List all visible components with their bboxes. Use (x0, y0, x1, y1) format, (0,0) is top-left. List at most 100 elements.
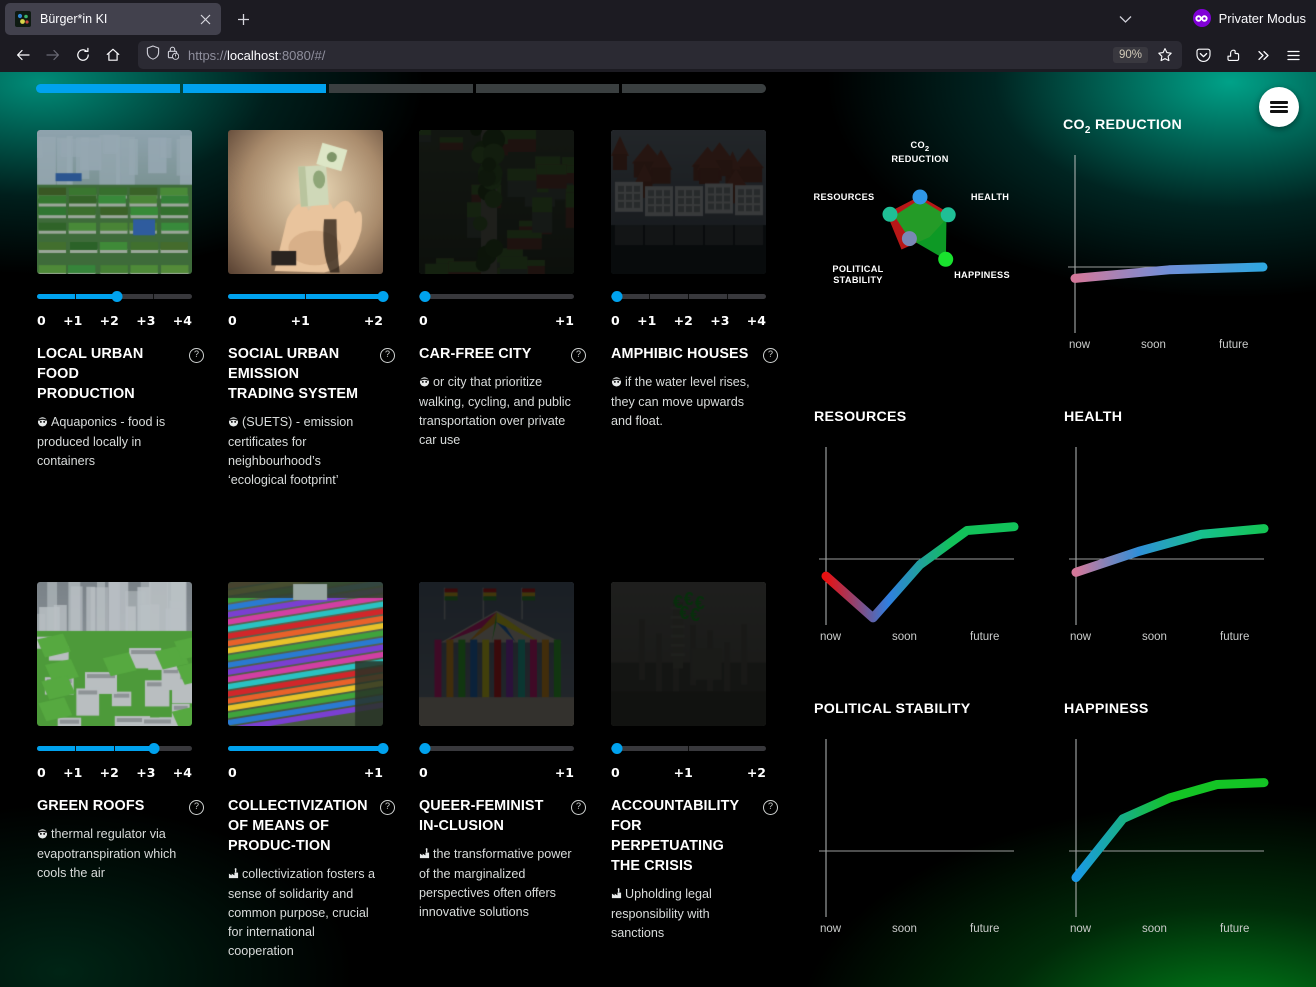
card-value-slider[interactable] (37, 743, 192, 754)
help-icon[interactable]: ? (380, 800, 395, 815)
slider-track[interactable] (611, 293, 766, 299)
card-value-slider[interactable] (419, 743, 574, 754)
url-host: localhost (227, 47, 279, 63)
card-value-slider[interactable] (228, 743, 388, 754)
card-title-row: LOCAL URBAN FOOD PRODUCTION? (37, 345, 204, 405)
card-value-slider[interactable] (611, 291, 766, 302)
image-dim-overlay (419, 130, 574, 274)
card-description-text: the transformative power of the marginal… (419, 846, 572, 920)
forward-arrow-icon[interactable] (38, 40, 68, 70)
slider-tick-label: +2 (99, 765, 119, 780)
chart-title-tail: REDUCTION (1090, 117, 1183, 133)
help-icon[interactable]: ? (571, 348, 586, 363)
chart-title-base: CO (1063, 117, 1085, 133)
card-image[interactable] (611, 582, 766, 726)
address-bar-actions (1152, 42, 1178, 68)
card-description: if the water level rises, they can move … (611, 373, 766, 431)
card-description-text: or city that prioritize walking, cycling… (419, 374, 571, 448)
help-icon[interactable]: ? (189, 800, 204, 815)
slider-knob[interactable] (377, 743, 388, 754)
measure-card[interactable]: 0 +1 +2 SOCIAL URBAN EMISSION TRADING SYSTE… (228, 130, 419, 490)
back-arrow-icon[interactable] (8, 40, 38, 70)
card-description: Upholding legal responsibility with sanc… (611, 885, 766, 943)
measure-card[interactable]: 0 +1 COLLECTIVIZATION OF MEANS OF PRODUC-T… (228, 582, 419, 961)
private-mode-label: Privater Modus (1218, 10, 1306, 26)
radar-point (912, 189, 928, 205)
tab-strip: Bürger*in KI Privater Modus (0, 0, 1316, 38)
radar-label-political-stability: POLITICAL STABILITY (832, 264, 884, 285)
card-title-row: GREEN ROOFS? (37, 797, 204, 817)
slider-knob[interactable] (111, 291, 123, 302)
card-image[interactable] (419, 130, 574, 274)
card-value-slider[interactable] (228, 291, 388, 302)
chevron-down-icon[interactable] (1114, 8, 1136, 30)
slider-knob[interactable] (148, 743, 160, 754)
card-value-slider[interactable] (611, 743, 766, 754)
measure-card[interactable]: 0 +1 +2 +3 +4 GREEN ROOFS? thermal regulator v… (37, 582, 228, 883)
slider-knob[interactable] (419, 291, 430, 302)
slider-tick-label: +2 (363, 313, 383, 328)
line-chart-plot (1064, 733, 1314, 923)
card-image[interactable] (611, 130, 766, 274)
fab-bar-2 (1270, 105, 1288, 109)
card-title: CAR-FREE CITY (419, 346, 532, 362)
card-value-slider[interactable] (37, 291, 192, 302)
help-icon[interactable]: ? (763, 800, 778, 815)
slider-fill (228, 293, 383, 299)
line-series (1071, 778, 1269, 883)
x-axis-label: future (1220, 631, 1250, 643)
star-icon[interactable] (1152, 42, 1178, 68)
radar-point (901, 231, 917, 247)
slider-track[interactable] (611, 745, 766, 751)
card-image[interactable] (37, 582, 192, 726)
lock-warning-icon[interactable] (166, 45, 180, 65)
card-value-slider[interactable] (419, 291, 574, 302)
line-chart-title: POLITICAL STABILITY (814, 701, 971, 717)
slider-tick-label: +1 (637, 313, 657, 328)
measure-card[interactable]: 0 +1 +2 +3 +4 LOCAL URBAN FOOD PRODUCTION? Aqu… (37, 130, 228, 471)
shield-icon[interactable] (146, 45, 160, 65)
card-image[interactable] (228, 582, 383, 726)
help-icon[interactable]: ? (571, 800, 586, 815)
slider-tick-label: 0 (419, 313, 428, 328)
slider-tick-labels: 0 +1 +2 +3 +4 (611, 313, 766, 328)
card-title: SOCIAL URBAN EMISSION TRADING SYSTEM (228, 346, 359, 402)
x-axis-label: now (1070, 631, 1092, 643)
card-image[interactable] (37, 130, 192, 274)
browser-tab[interactable]: Bürger*in KI (5, 3, 221, 35)
help-icon[interactable]: ? (189, 348, 204, 363)
radar-label-co2: CO2 REDUCTION (891, 140, 949, 164)
slider-knob[interactable] (377, 291, 388, 302)
slider-knob[interactable] (419, 743, 430, 754)
zoom-level-badge[interactable]: 90% (1112, 47, 1148, 63)
hamburger-menu-icon[interactable] (1278, 40, 1308, 70)
slider-track[interactable] (419, 293, 574, 299)
measure-card[interactable]: 0 +1 CAR-FREE CITY? or city that prioritize… (419, 130, 610, 450)
home-icon[interactable] (98, 40, 128, 70)
close-icon[interactable] (195, 9, 215, 29)
card-description: thermal regulator via evapotranspiration… (37, 825, 192, 883)
measure-card[interactable]: 0 +1 +2 +3 +4 AMPHIBIC HOUSES? if the water le… (611, 130, 802, 431)
line-chart-svg (819, 447, 1019, 625)
slider-track[interactable] (419, 745, 574, 751)
pocket-icon[interactable] (1188, 40, 1218, 70)
card-image[interactable] (228, 130, 383, 274)
new-tab-button[interactable] (231, 7, 255, 31)
slider-tick-label: 0 (611, 313, 620, 328)
help-icon[interactable]: ? (380, 348, 395, 363)
address-bar[interactable]: https://localhost:8080/#/ 90% (138, 41, 1182, 69)
reload-icon[interactable] (68, 40, 98, 70)
help-icon[interactable]: ? (763, 348, 778, 363)
progress-segment (182, 84, 327, 93)
measure-card[interactable]: 0 +1 QUEER-FEMINIST IN-CLUSION? the transfo… (419, 582, 610, 922)
measure-card[interactable]: 0 +1 +2 ACCOUNTABILITY FOR PERPETUATING THE… (611, 582, 802, 943)
slider-tick-label: 0 (419, 765, 428, 780)
extensions-icon[interactable] (1218, 40, 1248, 70)
slider-knob[interactable] (611, 291, 622, 302)
slider-tick-label: +4 (172, 313, 192, 328)
card-image[interactable] (419, 582, 574, 726)
double-chevron-icon[interactable] (1248, 40, 1278, 70)
slider-knob[interactable] (611, 743, 622, 754)
slider-tick-label: +1 (554, 313, 574, 328)
radar-point (938, 251, 954, 267)
